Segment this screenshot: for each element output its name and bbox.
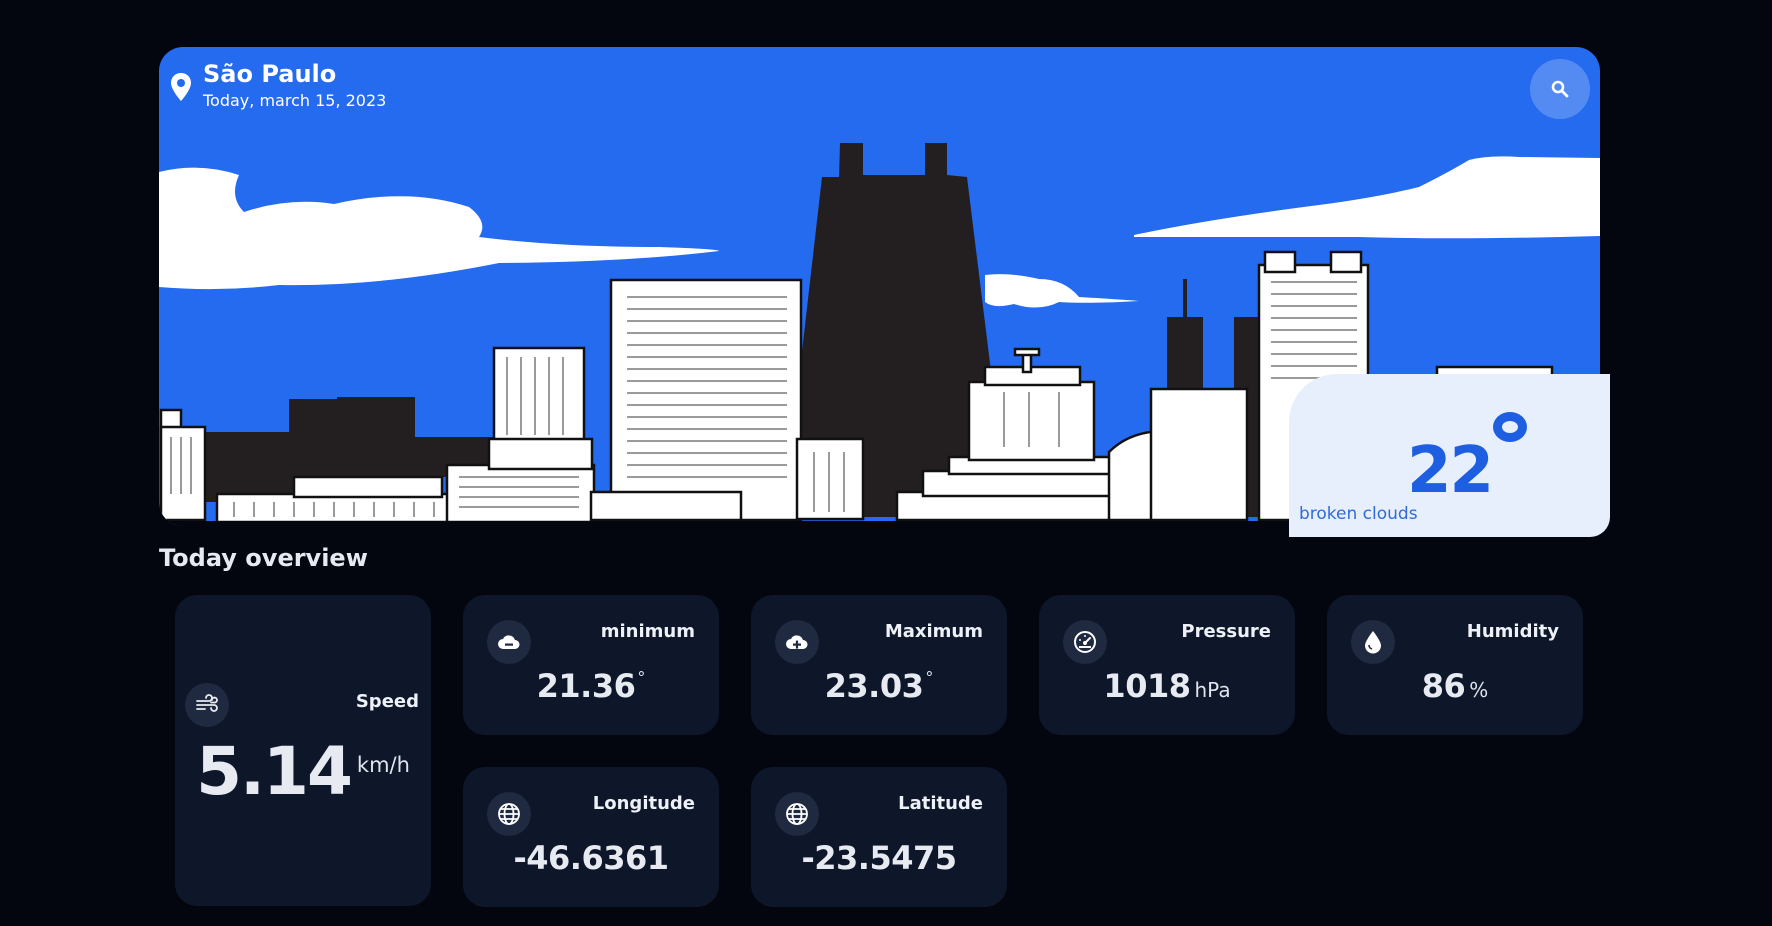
pressure-value: 1018 — [1103, 667, 1191, 705]
temperature-card: 22 broken clouds — [1289, 374, 1610, 537]
humidity-value-group: 86% — [1327, 667, 1583, 705]
pressure-value-group: 1018 hPa — [1039, 667, 1295, 705]
humidity-value: 86 — [1421, 667, 1466, 705]
speed-value: 5.14 — [196, 733, 353, 810]
pressure-label: Pressure — [1181, 621, 1271, 642]
wind-icon — [185, 683, 229, 727]
cloud-minus-icon — [487, 620, 531, 664]
maximum-value: 23.03 — [824, 667, 924, 705]
overview-title: Today overview — [159, 544, 368, 572]
weather-description: broken clouds — [1299, 504, 1418, 524]
cloud-plus-icon — [775, 620, 819, 664]
current-temperature: 22 — [1407, 434, 1494, 508]
degree-symbol — [1493, 412, 1527, 442]
pressure-unit: hPa — [1194, 678, 1231, 702]
globe-icon — [487, 792, 531, 836]
minimum-label: minimum — [600, 621, 695, 642]
minimum-value-group: 21.36 ° — [463, 667, 719, 705]
minimum-card: minimum 21.36 ° — [463, 595, 719, 735]
longitude-label: Longitude — [592, 793, 695, 814]
maximum-value-group: 23.03 ° — [751, 667, 1007, 705]
pressure-card: Pressure 1018 hPa — [1039, 595, 1295, 735]
latitude-value: -23.5475 — [801, 839, 957, 877]
minimum-unit: ° — [637, 668, 646, 687]
droplet-icon — [1351, 620, 1395, 664]
maximum-card: Maximum 23.03 ° — [751, 595, 1007, 735]
speed-label: Speed — [355, 691, 419, 712]
maximum-label: Maximum — [884, 621, 983, 642]
city-name: São Paulo — [203, 60, 337, 88]
longitude-value-group: -46.6361 — [463, 839, 719, 877]
minimum-value: 21.36 — [536, 667, 636, 705]
latitude-value-group: -23.5475 — [751, 839, 1007, 877]
gauge-icon — [1063, 620, 1107, 664]
speed-unit: km/h — [356, 753, 410, 777]
speed-card: Speed 5.14 km/h — [175, 595, 431, 906]
location-header: São Paulo Today, march 15, 2023 — [171, 59, 386, 110]
speed-value-group: 5.14 km/h — [175, 733, 431, 810]
longitude-value: -46.6361 — [513, 839, 669, 877]
location-pin-icon — [171, 73, 191, 101]
latitude-card: Latitude -23.5475 — [751, 767, 1007, 907]
search-icon — [1551, 80, 1569, 98]
globe-icon — [775, 792, 819, 836]
humidity-label: Humidity — [1466, 621, 1559, 642]
longitude-card: Longitude -46.6361 — [463, 767, 719, 907]
search-button[interactable] — [1530, 59, 1590, 119]
current-date: Today, march 15, 2023 — [203, 91, 387, 110]
latitude-label: Latitude — [898, 793, 983, 814]
maximum-unit: ° — [925, 668, 934, 687]
humidity-card: Humidity 86% — [1327, 595, 1583, 735]
humidity-unit: % — [1469, 678, 1489, 702]
